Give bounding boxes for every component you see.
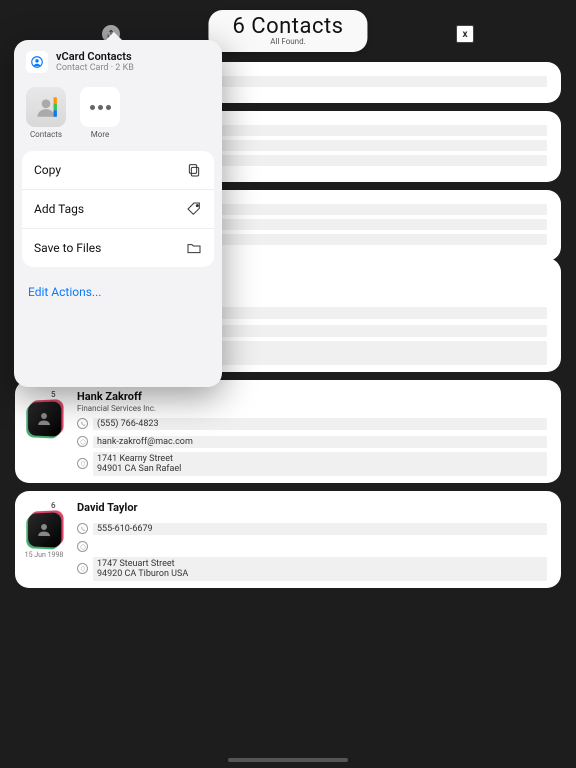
- title-pill: 6 Contacts All Found.: [208, 10, 367, 52]
- location-icon: [77, 563, 88, 574]
- email-value: [93, 541, 547, 553]
- contact-name: David Taylor: [77, 501, 547, 514]
- tag-icon: [186, 201, 202, 217]
- action-copy[interactable]: Copy: [22, 151, 214, 190]
- share-sheet-header: vCard Contacts Contact Card · 2 KB: [14, 40, 222, 83]
- email-value: hank-zakroff@mac.com: [93, 436, 547, 448]
- share-app-label: Contacts: [26, 130, 66, 139]
- share-app-contacts[interactable]: Contacts: [26, 87, 66, 139]
- contact-index: 6: [51, 501, 56, 510]
- phone-value: (555) 766-4823: [93, 418, 547, 430]
- home-indicator: [228, 758, 348, 762]
- contacts-app-icon: [26, 87, 66, 127]
- vcard-file-icon: [26, 51, 48, 73]
- share-file-title: vCard Contacts: [56, 50, 134, 63]
- contact-name: Hank Zakroff: [77, 390, 547, 403]
- page-title: 6 Contacts: [232, 14, 343, 39]
- share-file-meta: Contact Card · 2 KB: [56, 63, 134, 73]
- excel-icon: x: [462, 29, 467, 40]
- address-value: 1741 Kearny Street94901 CA San Rafael: [93, 452, 547, 476]
- contact-date: 15 Jun 1998: [23, 551, 65, 559]
- export-excel-button[interactable]: x: [456, 25, 474, 43]
- share-actions-list: Copy Add Tags Save to Files: [22, 151, 214, 267]
- phone-icon: [77, 418, 88, 429]
- email-icon: [77, 541, 88, 552]
- share-app-more[interactable]: More: [80, 87, 120, 139]
- avatar: [28, 512, 61, 548]
- contact-card[interactable]: 6 15 Jun 1998 David Taylor 555-610-6679 …: [15, 491, 561, 588]
- share-apps-row: Contacts More: [14, 83, 222, 151]
- edit-actions-link[interactable]: Edit Actions...: [14, 275, 222, 317]
- popover-arrow: [106, 32, 122, 40]
- contact-card[interactable]: 5 Hank Zakroff Financial Services Inc. (…: [15, 380, 561, 483]
- action-label: Add Tags: [34, 202, 84, 216]
- more-icon: [80, 87, 120, 127]
- location-icon: [77, 458, 88, 469]
- avatar: [28, 401, 61, 437]
- action-label: Copy: [34, 163, 61, 177]
- contact-company: Financial Services Inc.: [77, 404, 547, 413]
- phone-icon: [77, 523, 88, 534]
- action-add-tags[interactable]: Add Tags: [22, 190, 214, 229]
- action-label: Save to Files: [34, 241, 101, 255]
- email-icon: [77, 436, 88, 447]
- folder-icon: [186, 240, 202, 256]
- share-sheet: vCard Contacts Contact Card · 2 KB Conta…: [14, 40, 222, 387]
- action-save-files[interactable]: Save to Files: [22, 229, 214, 267]
- contact-index: 5: [51, 390, 56, 399]
- phone-value: 555-610-6679: [93, 523, 547, 535]
- copy-icon: [186, 162, 202, 178]
- address-value: 1747 Steuart Street94920 CA Tiburon USA: [93, 557, 547, 581]
- share-app-label: More: [80, 130, 120, 139]
